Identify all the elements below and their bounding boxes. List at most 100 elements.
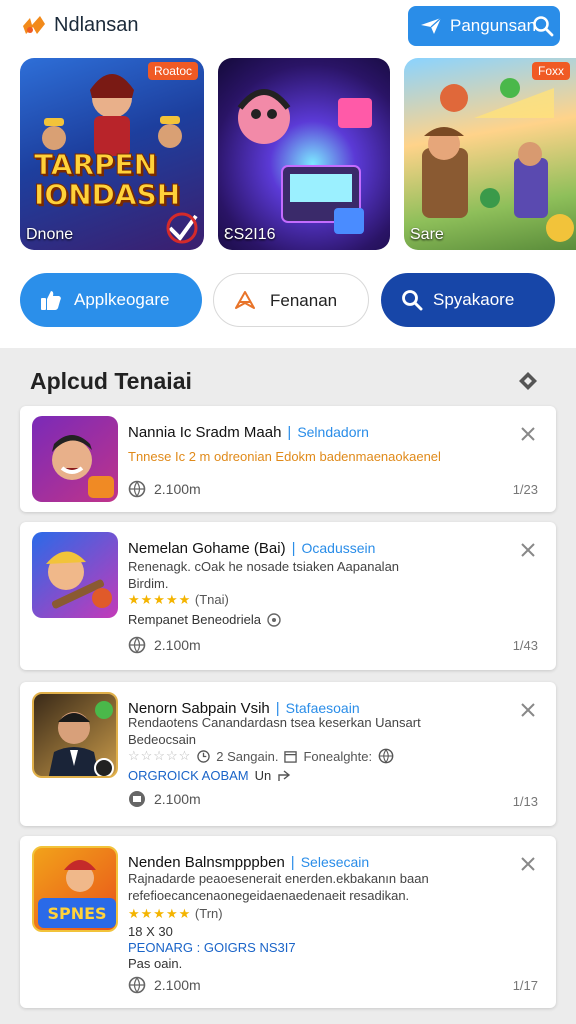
bookmark-icon — [235, 291, 255, 309]
top-section: Ndlansan Pangunsan Roatoc TARPEN IONDASH… — [0, 0, 576, 348]
app-count: 1/23 — [512, 482, 538, 497]
globe-icon — [128, 976, 146, 994]
banner-art-line-2: IONDASH — [33, 178, 181, 211]
app-title-line: Nemelan Gohame (Bai) | Ocadussein — [128, 540, 375, 557]
close-icon[interactable] — [520, 426, 536, 442]
rating-text: 2 Sangain. — [216, 748, 279, 764]
rating-text: (Trn) — [194, 906, 223, 921]
app-thumbnail — [32, 532, 118, 618]
meta-extra-text: Fonealghte: — [303, 748, 373, 764]
banner-art-title: TARPEN IONDASH — [33, 148, 181, 211]
app-list-item[interactable]: Nenorn Sabpain Vsih | Stafaesoain Rendaote… — [20, 682, 556, 826]
app-list-item[interactable]: Nannia Ic Sradm Maah | Selndadorn Tnnese I… — [20, 406, 556, 512]
app-thumbnail: SPNES — [32, 846, 118, 932]
app-description: Rendaotens Canandardasn tsea keserkan Ua… — [128, 714, 448, 748]
title-separator: | — [290, 854, 295, 871]
app-count: 1/43 — [512, 638, 538, 653]
meta-text: ORGROICK AOBAM — [128, 768, 249, 783]
globe-icon — [128, 480, 146, 498]
app-description: Renenagk. cOak he nosade tsiaken Aapanal… — [128, 558, 448, 592]
banner-tag: Foxx — [531, 62, 570, 80]
featured-banner[interactable]: Roatoc TARPEN IONDASH Dnone — [20, 58, 204, 250]
app-name: Nemelan Gohame (Bai) — [128, 540, 286, 557]
pill-label: Spyakaore — [433, 290, 515, 309]
app-downloads: 2.100m — [154, 481, 201, 497]
clock-icon — [197, 749, 211, 763]
description-line: Bedeocsain — [128, 732, 196, 747]
meta-text: PEONARG : GOIGRS NS3I7 — [128, 940, 296, 955]
search-icon — [533, 16, 554, 37]
featured-banner[interactable]: ƐS2I16 — [218, 58, 390, 250]
app-downloads: 2.100m — [154, 637, 201, 653]
description-line: refefioecancenaonegeidaenaedenaeit resad… — [128, 888, 410, 903]
app-title-line: Nannia Ic Sradm Maah | Selndadorn — [128, 424, 369, 441]
pill-label: Fenanan — [270, 291, 338, 310]
description-line: Birdim. — [128, 576, 169, 591]
banner-artwork — [422, 78, 574, 242]
app-meta: Rempanet Beneodriela — [128, 612, 281, 627]
app-downloads: 2.100m — [154, 791, 201, 807]
section-title: Aplcud Tenaiai — [30, 368, 192, 394]
banner-caption: Dnone — [26, 226, 74, 243]
app-description: Tnnese Ic 2 m odreonian Edokm badenmaena… — [128, 449, 441, 464]
close-icon[interactable] — [520, 542, 536, 558]
app-count: 1/17 — [512, 978, 538, 993]
app-category: Selndadorn — [297, 424, 369, 440]
app-thumbnail-art: SPNES — [38, 860, 116, 928]
featured-banner[interactable]: Foxx Sare — [404, 58, 576, 250]
share-icon — [278, 769, 291, 781]
app-thumbnail — [32, 416, 118, 502]
app-rating: ★★★★★ (Trn) — [128, 906, 223, 922]
app-rating: ★★★★★ (Tnai) — [128, 592, 229, 608]
star-rating-icons: ★★★★★ — [128, 592, 192, 607]
app-list-item[interactable]: Nemelan Gohame (Bai) | Ocadussein Renenagk… — [20, 522, 556, 670]
app-category: Selesecain — [300, 854, 370, 870]
banner-tag: Roatoc — [147, 62, 198, 80]
header-action-button[interactable]: Pangunsan — [408, 6, 560, 46]
category-pill-applications[interactable]: Applkeogare — [20, 273, 202, 327]
app-logo-icon — [23, 16, 45, 34]
app-bar: Ndlansan Pangunsan — [0, 0, 576, 54]
app-list-item[interactable]: SPNES Nenden Balnsmpppben | Selesecain Raj… — [20, 836, 556, 1008]
thumbnail-lettering: SPNES — [47, 904, 106, 923]
banner-caption: Sare — [410, 226, 444, 243]
app-count: 1/13 — [512, 794, 538, 809]
app-footer: 2.100m — [128, 976, 201, 994]
pill-label: Applkeogare — [74, 290, 170, 309]
description-line: Renenagk. cOak he nosade tsiaken Aapanal… — [128, 559, 400, 574]
meta-text: Rempanet Beneodriela — [128, 612, 261, 627]
search-icon — [402, 290, 423, 311]
app-name: Nenden Balnsmpppben — [128, 854, 285, 871]
category-pill-search[interactable]: Spyakaore — [381, 273, 555, 327]
banner-artwork — [237, 89, 372, 234]
app-thumbnail — [32, 692, 118, 778]
app-meta: ORGROICK AOBAM Un — [128, 768, 291, 783]
thumbs-up-icon — [41, 291, 61, 310]
app-thumbnail-art — [46, 551, 112, 609]
globe-icon — [128, 636, 146, 654]
app-meta-top: 18 X 30 — [128, 924, 173, 939]
app-thumbnail-art — [52, 435, 114, 498]
description-line: Rajnadarde peaoesenerait enerden.ekbakan… — [128, 871, 429, 886]
app-thumbnail-art — [48, 701, 114, 776]
close-icon[interactable] — [520, 702, 536, 718]
meta-text-secondary: Un — [254, 768, 272, 783]
send-icon — [421, 17, 442, 34]
banner-art-line-1: TARPEN — [33, 148, 158, 181]
app-meta: PEONARG : GOIGRS NS3I7 — [128, 940, 296, 955]
diamond-menu-icon[interactable] — [517, 370, 539, 392]
star-rating-icons: ☆☆☆☆☆ — [128, 748, 192, 763]
app-rating: ☆☆☆☆☆ 2 Sangain. Fonealghte: — [128, 748, 394, 764]
app-footer: 2.100m — [128, 790, 201, 808]
title-separator: | — [291, 540, 296, 557]
header-action-label: Pangunsan — [450, 16, 537, 35]
category-pill-favorites[interactable]: Fenanan — [213, 273, 369, 327]
calendar-icon — [284, 750, 298, 763]
info-icon — [267, 612, 281, 627]
app-downloads: 2.100m — [154, 977, 201, 993]
app-footer: 2.100m — [128, 636, 201, 654]
app-name: Nannia Ic Sradm Maah — [128, 424, 282, 441]
star-rating-icons: ★★★★★ — [128, 906, 192, 921]
app-title-line: Nenden Balnsmpppben | Selesecain — [128, 854, 369, 871]
title-separator: | — [287, 424, 292, 441]
